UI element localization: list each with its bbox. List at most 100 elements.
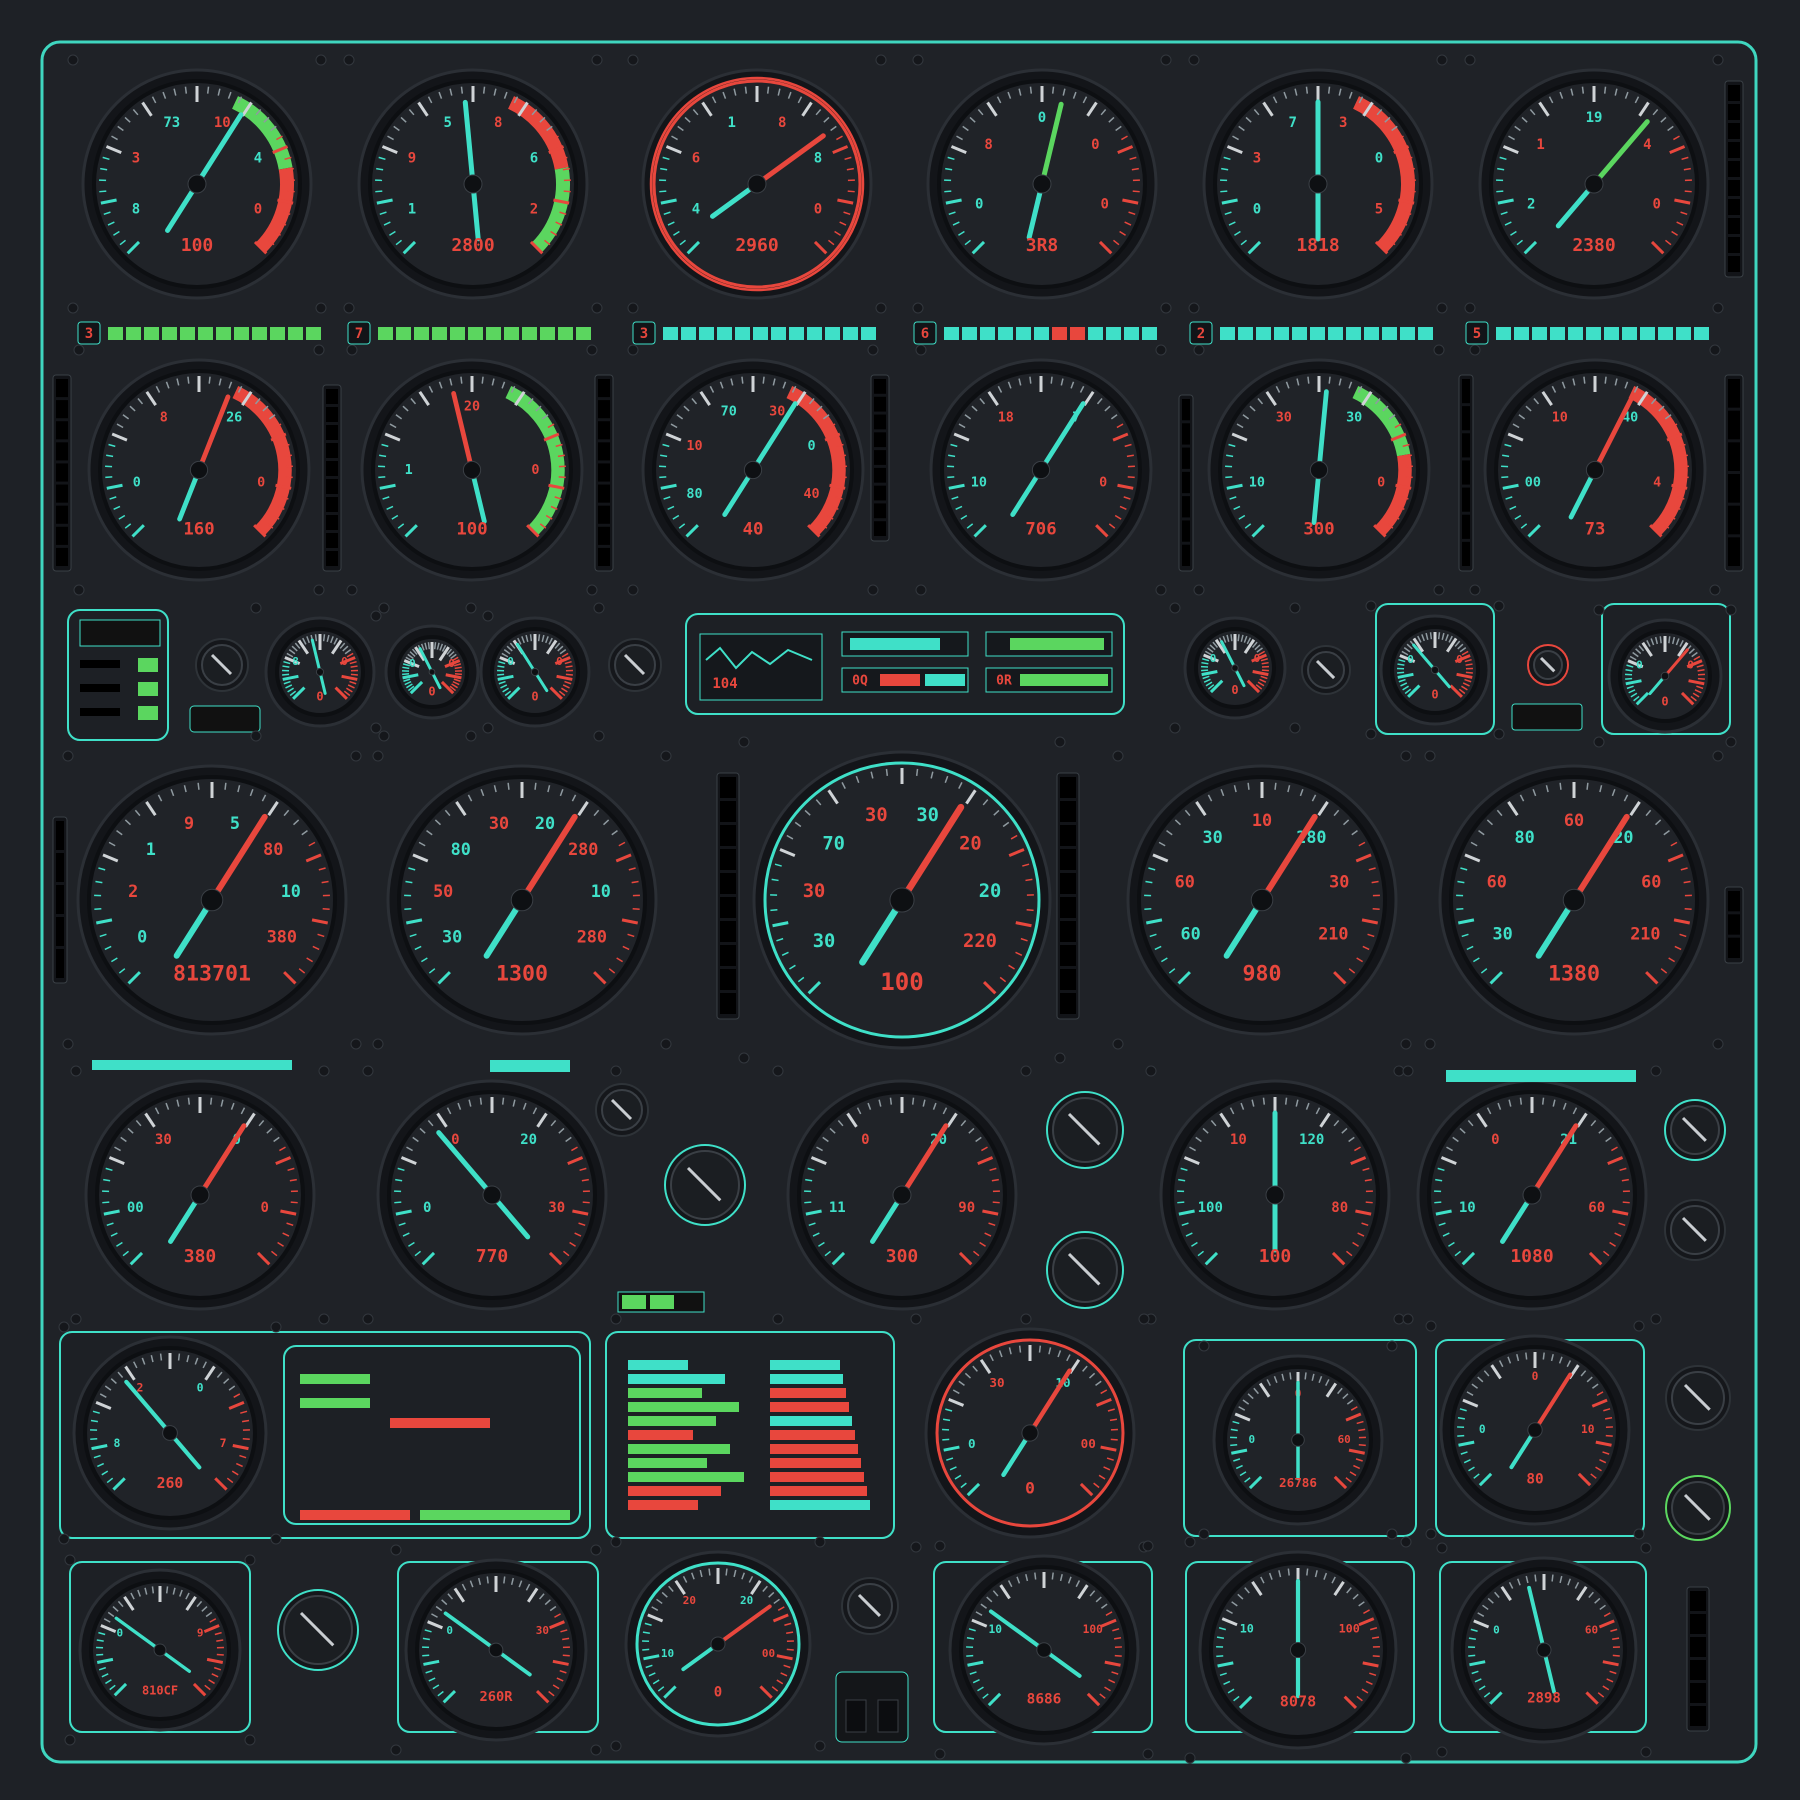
gauge-tick [889, 1097, 893, 1105]
gauge-readout: 0 [1231, 683, 1238, 697]
gauge-tick [766, 86, 770, 94]
screw-icon [1402, 1313, 1414, 1325]
gauge-tick-label: 0 [1101, 196, 1109, 212]
gauge-tick-label: 80 [263, 839, 283, 859]
gauge-tick-label: 4 [1643, 137, 1651, 153]
meter-bar-fill [925, 674, 965, 686]
gauge-tick [744, 86, 748, 94]
gauge-tick [1110, 1438, 1118, 1441]
indicator-segment [1328, 327, 1343, 340]
screw-icon [1650, 1313, 1662, 1325]
screw-icon [1188, 54, 1200, 66]
bar-segment [1182, 447, 1190, 469]
gauge-tick [402, 673, 410, 676]
screw-icon [73, 584, 85, 596]
screw-icon [465, 602, 477, 614]
gauge-tick-label: 0 [448, 657, 455, 670]
screw-icon [1433, 344, 1445, 356]
bar-segment [1728, 537, 1740, 566]
bar-segment [1728, 237, 1740, 253]
selector-knob-6[interactable] [1664, 1199, 1726, 1261]
gauge-tick-label: 10 [214, 115, 231, 131]
gauge-tick-label: 20 [959, 833, 982, 854]
control-knob-3[interactable] [1301, 645, 1351, 695]
status-row-bar [80, 660, 120, 668]
gauge-tick [216, 1653, 224, 1656]
screw-icon [67, 54, 79, 66]
gauge-tick [741, 376, 744, 384]
bar-segment [56, 463, 68, 482]
small-display [189, 705, 261, 733]
screw-icon [244, 1734, 256, 1746]
bottom-knob-1[interactable] [277, 1589, 359, 1671]
bar-segment [326, 479, 338, 494]
screw-icon [1402, 1065, 1414, 1077]
indicator-segment [717, 327, 732, 340]
screw-icon [915, 344, 927, 356]
indicator-segment [1238, 327, 1253, 340]
gauge-tick [1247, 782, 1250, 790]
bar-segment [1728, 937, 1740, 958]
gauge-tick-label: 18 [998, 410, 1014, 425]
screw-icon [610, 1065, 622, 1077]
gauge-tick [1144, 907, 1152, 911]
bar-segment [1728, 161, 1740, 177]
indicator-segment [1568, 327, 1583, 340]
bar-segment [1060, 921, 1076, 942]
indicator-segment [1400, 327, 1415, 340]
gauge-hub [1527, 1422, 1543, 1438]
gauge-tick-label: 30 [1276, 410, 1292, 425]
gauge-tick-label: 210 [1318, 923, 1348, 943]
gauge-hub [1021, 1424, 1039, 1442]
bar-segment [326, 425, 338, 440]
gauge-readout: 80 [1526, 1472, 1543, 1488]
indicator-segment [414, 327, 429, 340]
screw-icon [738, 1052, 750, 1064]
gauge-tick-label: 0 [423, 1200, 431, 1216]
gauge-tick-label: 80 [451, 839, 471, 859]
gauge-tick [1659, 636, 1662, 644]
screw-icon [867, 584, 879, 596]
bar-segment [874, 379, 886, 394]
gauge-readout: 2800 [451, 235, 494, 256]
screw-icon [370, 722, 382, 734]
indicator-segment [699, 327, 714, 340]
gauge-tick [290, 1201, 298, 1204]
selector-knob-5[interactable] [1664, 1099, 1726, 1161]
gauge-tick-label: 8 [160, 410, 168, 425]
gauge-tick-label: 4 [1653, 475, 1661, 490]
gauge-tick [1434, 1201, 1442, 1204]
indicator-segment [735, 327, 750, 340]
gauge-tick-label: 0 [531, 463, 539, 478]
gauge-readout: 0 [531, 689, 538, 703]
gauge-tick-label: 70 [822, 833, 845, 854]
bottom-knob-2[interactable] [841, 1577, 899, 1635]
control-knob-1[interactable] [195, 638, 249, 692]
gauge-tick-label: 0 [137, 926, 147, 946]
gauge-tick [507, 782, 510, 790]
top-level-strip [92, 1060, 292, 1070]
control-knob-2[interactable] [608, 638, 662, 692]
gauge-tick [1668, 636, 1671, 644]
level-bar-3 [594, 374, 614, 572]
console-knob-1[interactable] [1665, 1365, 1731, 1431]
screw-icon [591, 302, 603, 314]
bar-segment [56, 821, 64, 850]
selector-knob-4[interactable] [1046, 1231, 1124, 1309]
gauge-tick-label: 10 [971, 475, 987, 490]
gauge-tick [1029, 86, 1033, 94]
selector-knob-1[interactable] [595, 1083, 649, 1137]
gauge-tick-label: 10 [281, 881, 301, 901]
gauge-tick-label: 1 [146, 839, 156, 859]
gauge-tick-label: 100 [1339, 1621, 1360, 1635]
level-bar-2 [322, 384, 342, 572]
indicator-segment [1532, 327, 1547, 340]
selector-knob-2[interactable] [664, 1144, 746, 1226]
gauge-tick-label: 26 [226, 410, 242, 425]
console-knob-2[interactable] [1665, 1475, 1731, 1541]
status-row-bar [80, 684, 120, 692]
selector-knob-3[interactable] [1046, 1091, 1124, 1169]
screw-icon [64, 1554, 76, 1566]
alarm-button[interactable] [1527, 644, 1569, 686]
gauge-tick-label: 0 [1479, 1423, 1486, 1436]
